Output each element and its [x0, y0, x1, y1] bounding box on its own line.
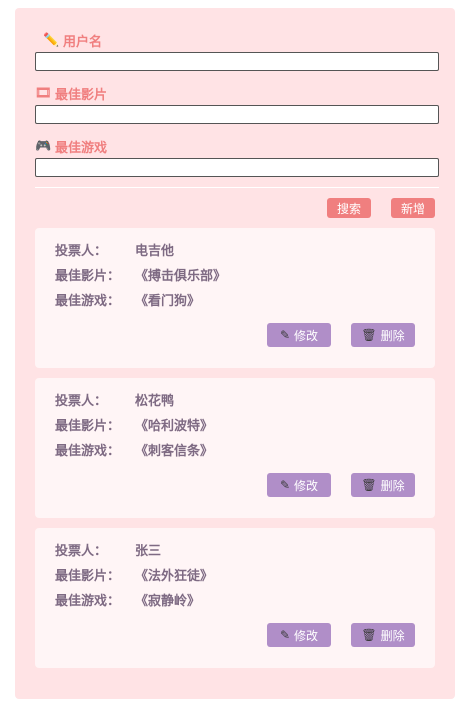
voter-value: 电吉他: [135, 244, 175, 259]
vote-card: 投票人： 张三 最佳影片： 《法外狂徒》 最佳游戏： 《寂静岭》 ✎ 修改 🗑 …: [35, 528, 435, 668]
movie-key: 最佳影片：: [55, 419, 121, 434]
game-input[interactable]: [35, 158, 439, 177]
game-label-text: 最佳游戏: [55, 140, 108, 156]
edit-label: 修改: [294, 478, 319, 493]
voter-row: 投票人： 松花鸭: [55, 390, 175, 409]
pencil-icon: ✎: [279, 478, 291, 492]
game-key: 最佳游戏：: [55, 594, 121, 609]
edit-label: 修改: [294, 628, 319, 643]
delete-label: 删除: [380, 628, 405, 643]
voter-key: 投票人：: [55, 244, 108, 259]
gamepad-icon: 🎮: [35, 138, 52, 154]
voter-key: 投票人：: [55, 544, 108, 559]
game-value: 《看门狗》: [135, 294, 201, 309]
movie-row: 最佳影片： 《搏击俱乐部》: [55, 265, 227, 284]
edit-button[interactable]: ✎ 修改: [267, 623, 331, 647]
username-input[interactable]: [35, 52, 439, 71]
trash-icon: 🗑: [361, 628, 377, 642]
edit-button[interactable]: ✎ 修改: [267, 473, 331, 497]
movie-key: 最佳影片：: [55, 569, 121, 584]
voter-key: 投票人：: [55, 394, 108, 409]
username-label: ✏️ 用户名: [43, 31, 103, 50]
voter-value: 张三: [135, 544, 162, 559]
movie-value: 《法外狂徒》: [135, 569, 214, 584]
movie-row: 最佳影片： 《法外狂徒》: [55, 565, 214, 584]
game-value: 《刺客信条》: [135, 444, 214, 459]
game-key: 最佳游戏：: [55, 444, 121, 459]
film-icon: 🎞: [35, 85, 52, 101]
pencil-icon: ✎: [279, 628, 291, 642]
vote-card: 投票人： 松花鸭 最佳影片： 《哈利波特》 最佳游戏： 《刺客信条》 ✎ 修改 …: [35, 378, 435, 518]
game-row: 最佳游戏： 《寂静岭》: [55, 590, 201, 609]
delete-label: 删除: [380, 328, 405, 343]
movie-value: 《哈利波特》: [135, 419, 214, 434]
movie-row: 最佳影片： 《哈利波特》: [55, 415, 214, 434]
trash-icon: 🗑: [361, 328, 377, 342]
movie-input[interactable]: [35, 105, 439, 124]
edit-button[interactable]: ✎ 修改: [267, 323, 331, 347]
edit-label: 修改: [294, 328, 319, 343]
username-label-text: 用户名: [63, 34, 103, 50]
game-label: 🎮 最佳游戏: [35, 137, 108, 156]
movie-key: 最佳影片：: [55, 269, 121, 284]
delete-button[interactable]: 🗑 删除: [351, 473, 415, 497]
delete-button[interactable]: 🗑 删除: [351, 623, 415, 647]
voter-value: 松花鸭: [135, 394, 175, 409]
movie-label-text: 最佳影片: [55, 87, 108, 103]
vote-panel: ✏️ 用户名 🎞 最佳影片 🎮 最佳游戏 搜索 新增 投票人： 电吉他 最佳影片…: [15, 8, 455, 699]
movie-value: 《搏击俱乐部》: [135, 269, 227, 284]
voter-row: 投票人： 张三: [55, 540, 162, 559]
pencil-icon: ✎: [279, 328, 291, 342]
voter-row: 投票人： 电吉他: [55, 240, 175, 259]
movie-label: 🎞 最佳影片: [35, 84, 108, 103]
delete-label: 删除: [380, 478, 405, 493]
game-value: 《寂静岭》: [135, 594, 201, 609]
pencil-icon: ✏️: [43, 32, 60, 48]
vote-card: 投票人： 电吉他 最佳影片： 《搏击俱乐部》 最佳游戏： 《看门狗》 ✎ 修改 …: [35, 228, 435, 368]
game-row: 最佳游戏： 《看门狗》: [55, 290, 201, 309]
trash-icon: 🗑: [361, 478, 377, 492]
game-row: 最佳游戏： 《刺客信条》: [55, 440, 214, 459]
search-button[interactable]: 搜索: [327, 198, 371, 218]
add-button[interactable]: 新增: [391, 198, 435, 218]
game-key: 最佳游戏：: [55, 294, 121, 309]
divider: [35, 187, 439, 188]
delete-button[interactable]: 🗑 删除: [351, 323, 415, 347]
